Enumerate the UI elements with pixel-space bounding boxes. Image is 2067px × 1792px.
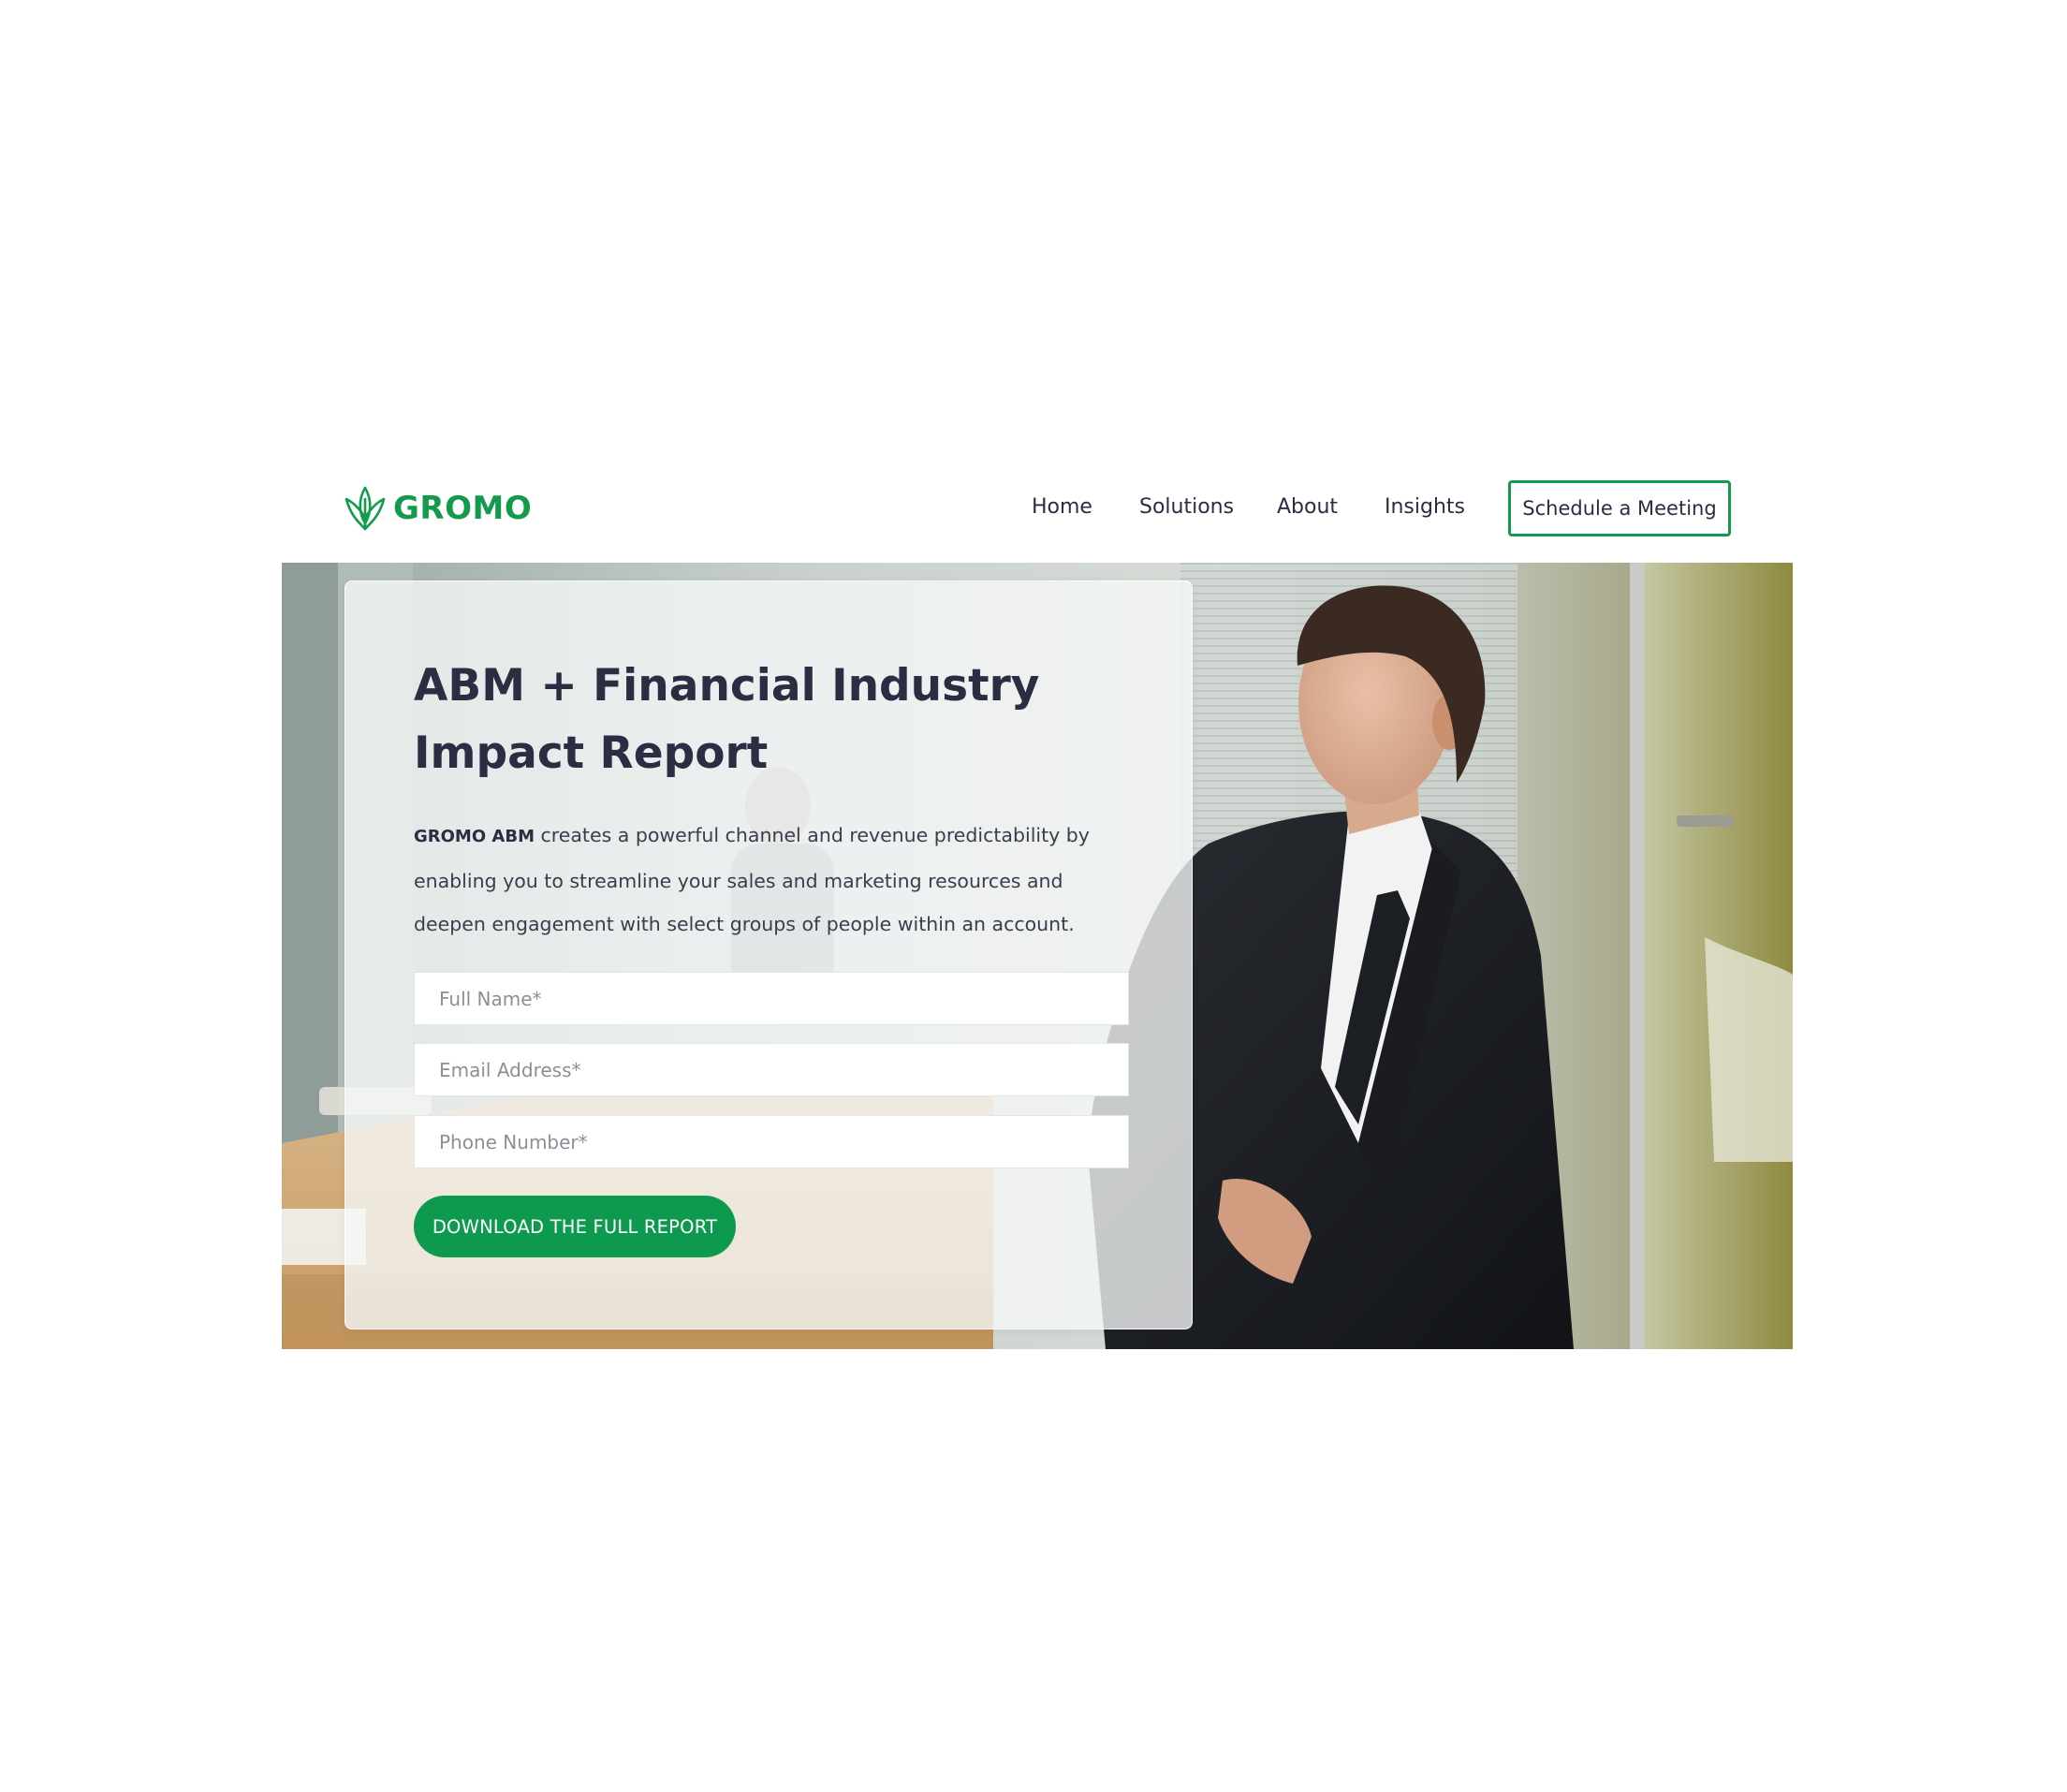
nav-solutions[interactable]: Solutions [1139,479,1234,536]
nav-about[interactable]: About [1277,479,1338,536]
email-field[interactable] [414,1043,1129,1096]
schedule-meeting-button[interactable]: Schedule a Meeting [1508,480,1731,536]
report-description: GROMO ABM creates a powerful channel and… [414,814,1125,947]
phone-field[interactable] [414,1115,1129,1168]
landing-page: GROMO Home Solutions About Insights Sche… [0,0,2067,1792]
nav-home[interactable]: Home [1032,479,1092,536]
nav-insights[interactable]: Insights [1385,479,1465,536]
download-report-button[interactable]: DOWNLOAD THE FULL REPORT [414,1196,736,1257]
page-title: ABM + Financial Industry Impact Report [414,660,1040,779]
main-nav: Home Solutions About Insights [0,479,2067,536]
full-name-field[interactable] [414,972,1129,1025]
description-brand: GROMO ABM [414,827,535,846]
